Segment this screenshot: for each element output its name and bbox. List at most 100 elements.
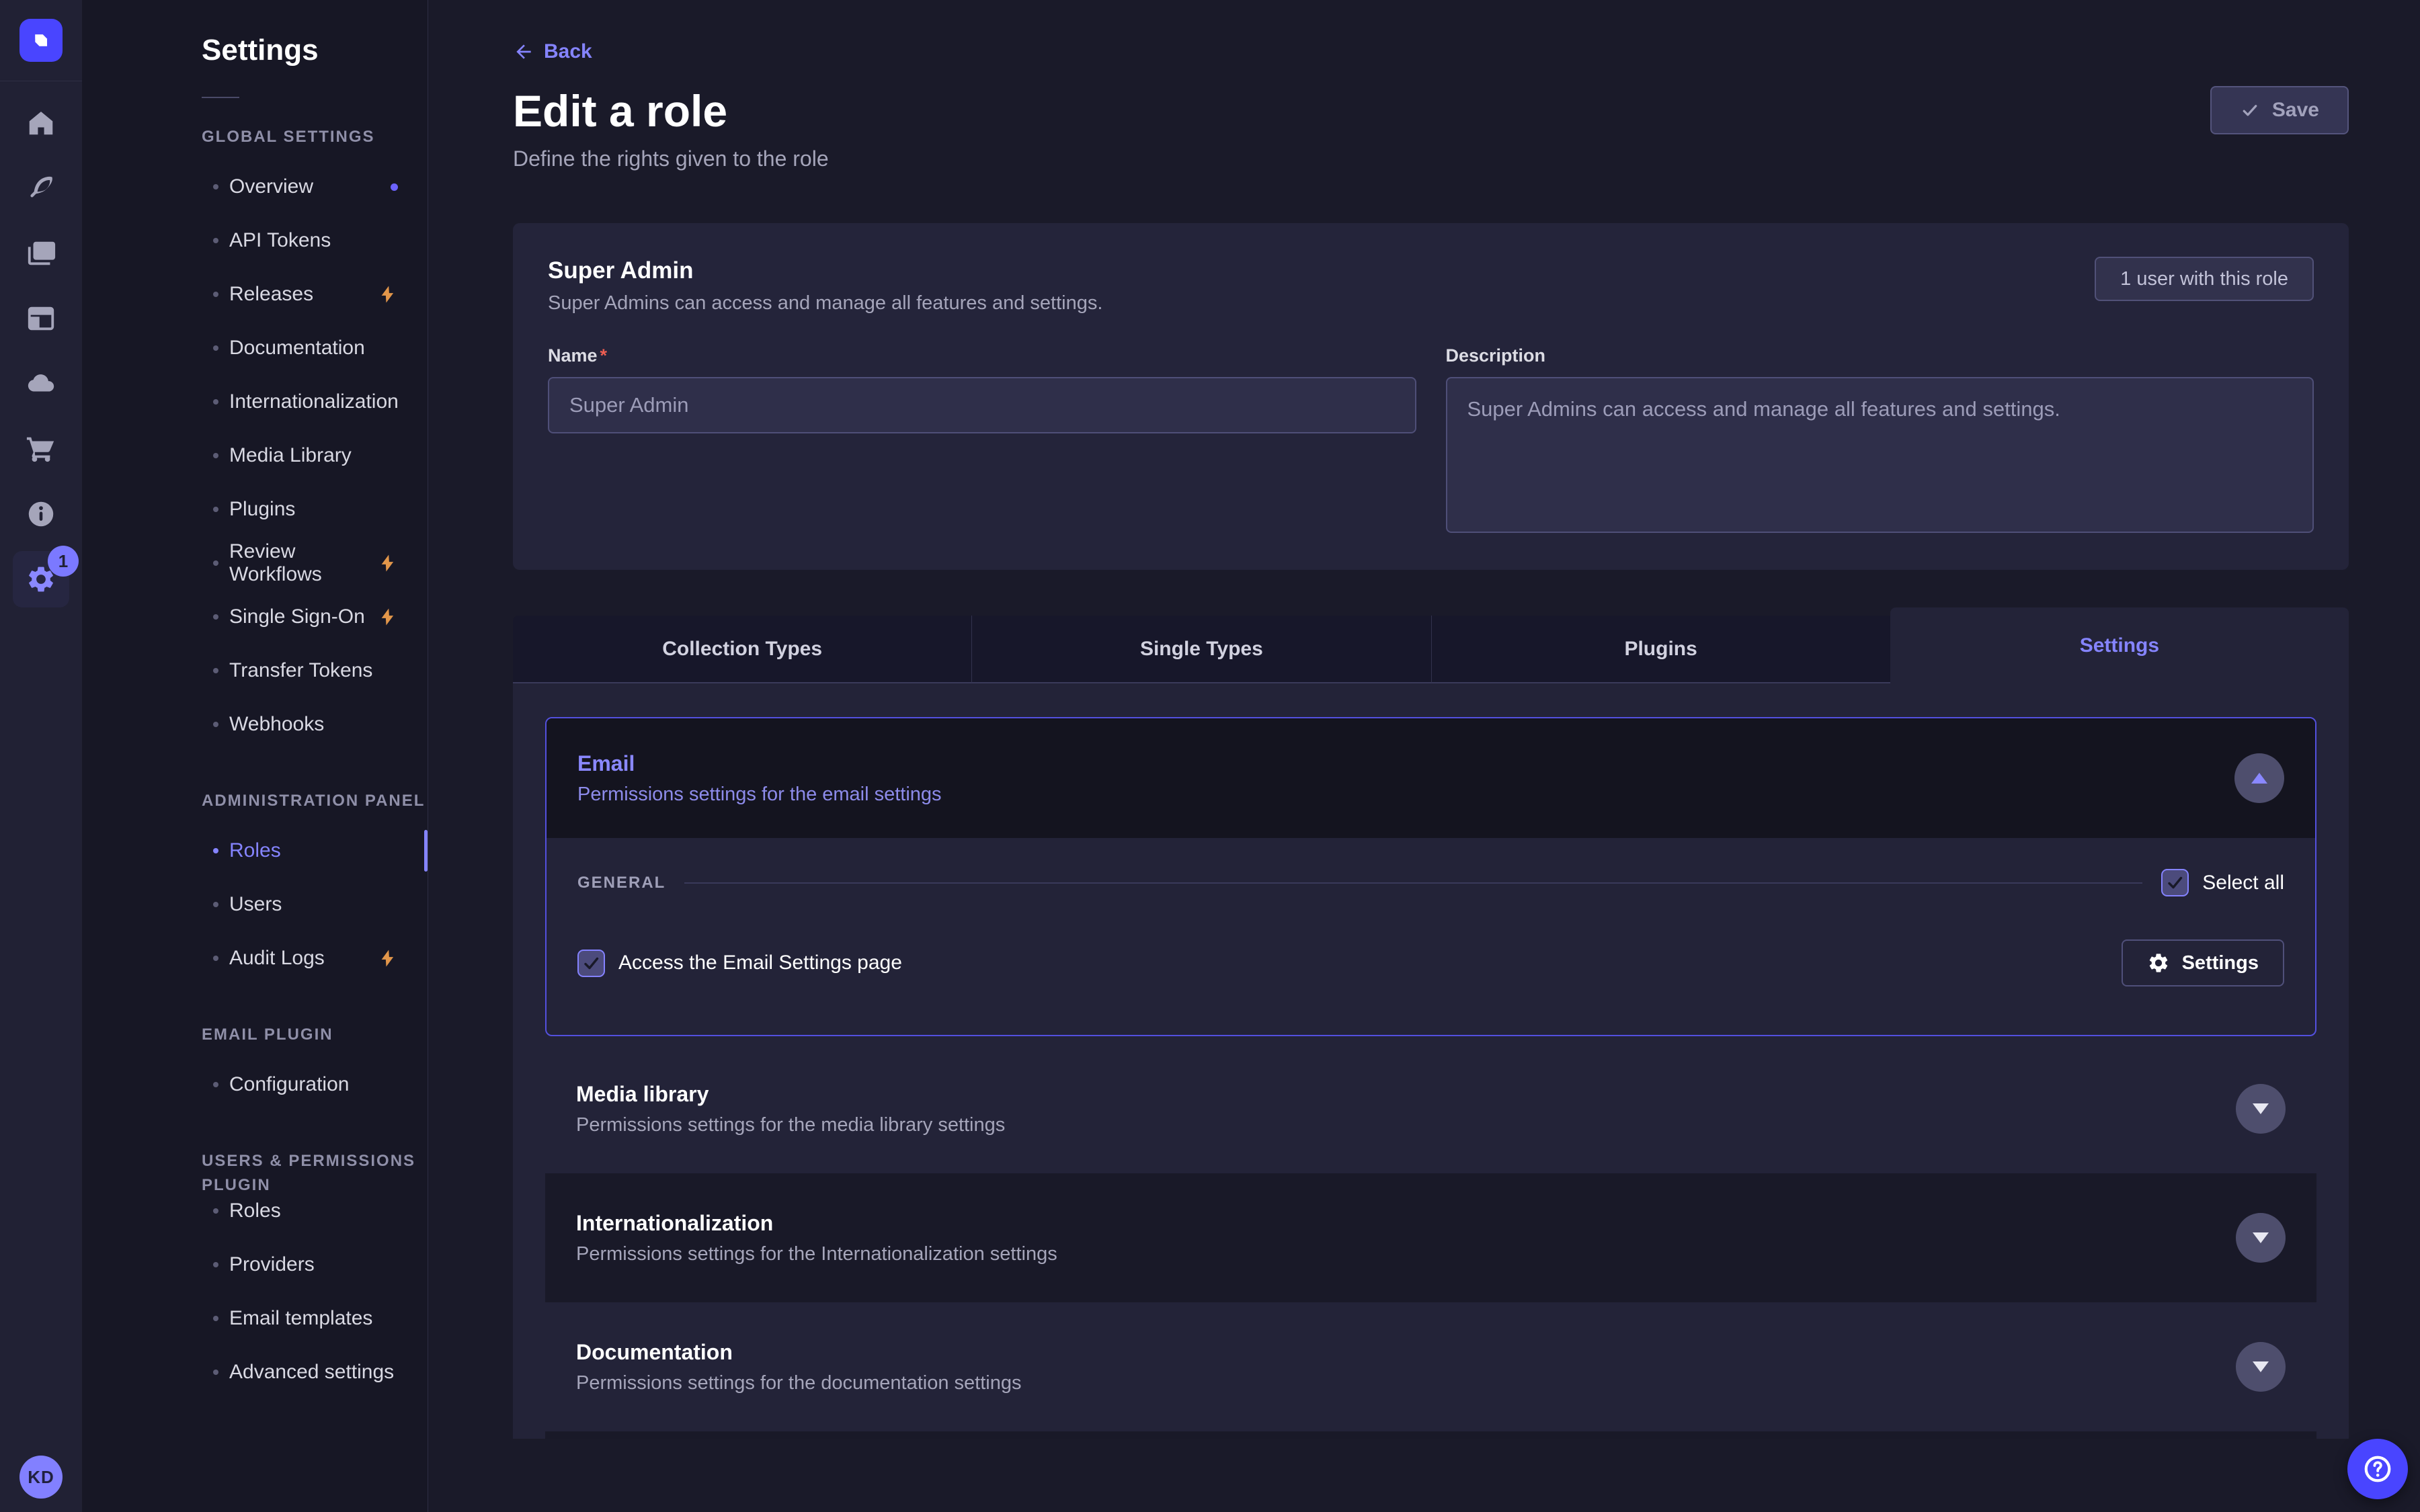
subnav-item-media-library[interactable]: Media Library xyxy=(82,429,428,482)
marketplace-cart-icon[interactable] xyxy=(25,433,57,465)
content-manager-feather-icon[interactable] xyxy=(25,172,57,204)
section-divider xyxy=(684,882,2142,884)
name-field-group: Name* xyxy=(548,345,1416,536)
subnav-item-plugins[interactable]: Plugins xyxy=(82,482,428,536)
bullet-icon xyxy=(213,507,218,512)
bullet-icon xyxy=(213,722,218,727)
subnav-rule xyxy=(202,97,239,98)
subnav-item-users[interactable]: Users xyxy=(82,878,428,931)
description-textarea[interactable]: Super Admins can access and manage all f… xyxy=(1446,377,2314,533)
page-title: Edit a role xyxy=(513,86,829,136)
subnav-item-configuration[interactable]: Configuration xyxy=(82,1058,428,1111)
subnav-item-releases[interactable]: Releases xyxy=(82,267,428,321)
subnav-item-transfer-tokens[interactable]: Transfer Tokens xyxy=(82,644,428,698)
collapse-button[interactable] xyxy=(2234,753,2284,803)
media-library-icon[interactable] xyxy=(25,237,57,269)
accordion-subtitle: Permissions settings for the documentati… xyxy=(576,1372,1022,1394)
accordion-subtitle: Permissions settings for the Internation… xyxy=(576,1243,1057,1265)
subnav-item-internationalization[interactable]: Internationalization xyxy=(82,375,428,429)
email-settings-button[interactable]: Settings xyxy=(2122,939,2284,986)
chevron-down-icon xyxy=(2253,1103,2269,1114)
expand-button[interactable] xyxy=(2236,1084,2286,1134)
subnav-item-audit-logs[interactable]: Audit Logs xyxy=(82,931,428,985)
save-button[interactable]: Save xyxy=(2210,86,2349,134)
bullet-icon xyxy=(213,345,218,351)
lightning-bolt-icon xyxy=(378,284,398,304)
chevron-down-icon xyxy=(2253,1232,2269,1243)
user-avatar[interactable]: KD xyxy=(19,1456,63,1499)
back-link[interactable]: Back xyxy=(513,40,592,63)
check-icon xyxy=(2240,100,2260,120)
settings-permissions-panel: Email Permissions settings for the email… xyxy=(513,683,2349,1439)
section-users-permissions-plugin: USERS & PERMISSIONS PLUGIN xyxy=(202,1149,428,1173)
bullet-icon xyxy=(213,1316,218,1321)
role-name-heading: Super Admin xyxy=(548,257,1102,285)
name-input[interactable] xyxy=(548,377,1416,433)
accordion-documentation[interactable]: Documentation Permissions settings for t… xyxy=(545,1302,2316,1431)
tab-plugins[interactable]: Plugins xyxy=(1432,616,1890,683)
subnav-item-webhooks[interactable]: Webhooks xyxy=(82,698,428,751)
name-label: Name* xyxy=(548,345,1416,366)
subnav-item-documentation[interactable]: Documentation xyxy=(82,321,428,375)
general-section-label: GENERAL xyxy=(577,874,666,892)
accordion-email-header[interactable]: Email Permissions settings for the email… xyxy=(547,718,2315,838)
rail-icon-list: 1 xyxy=(25,107,57,595)
subnav-item-single-sign-on[interactable]: Single Sign-On xyxy=(82,590,428,644)
subnav-title: Settings xyxy=(202,34,428,67)
expand-button[interactable] xyxy=(2236,1342,2286,1392)
accordion-title: Media library xyxy=(576,1081,1005,1107)
tab-single-types[interactable]: Single Types xyxy=(972,616,1431,683)
subnav-item-advanced-settings[interactable]: Advanced settings xyxy=(82,1345,428,1399)
main-content: Back Edit a role Define the rights given… xyxy=(428,0,2420,1512)
arrow-left-icon xyxy=(513,41,534,62)
accordion-internationalization[interactable]: Internationalization Permissions setting… xyxy=(545,1173,2316,1302)
help-button[interactable] xyxy=(2347,1439,2408,1499)
subnav-item-overview[interactable]: Overview xyxy=(82,160,428,214)
bullet-icon xyxy=(213,560,218,566)
tab-collection-types[interactable]: Collection Types xyxy=(513,616,972,683)
lightning-bolt-icon xyxy=(378,553,398,573)
bullet-icon xyxy=(213,1082,218,1087)
gear-icon xyxy=(2147,952,2170,974)
bullet-icon xyxy=(213,614,218,620)
subnav-item-review-workflows[interactable]: Review Workflows xyxy=(82,536,428,590)
bullet-icon xyxy=(213,1208,218,1214)
strapi-logo[interactable] xyxy=(19,19,63,62)
description-field-group: Description Super Admins can access and … xyxy=(1446,345,2314,536)
users-with-role-button[interactable]: 1 user with this role xyxy=(2095,257,2314,301)
accordion-email: Email Permissions settings for the email… xyxy=(545,717,2316,1036)
select-all-checkbox[interactable] xyxy=(2161,869,2189,896)
subnav-item-api-tokens[interactable]: API Tokens xyxy=(82,214,428,267)
section-global-settings: GLOBAL SETTINGS xyxy=(202,125,428,149)
select-all-label: Select all xyxy=(2202,872,2284,894)
home-icon[interactable] xyxy=(25,107,57,139)
accordion-subtitle: Permissions settings for the media libra… xyxy=(576,1114,1005,1136)
bullet-icon xyxy=(213,292,218,297)
accordion-email-body: GENERAL Select all Access the Email Se xyxy=(547,838,2315,1035)
strapi-logo-glyph xyxy=(28,28,54,53)
tab-settings[interactable]: Settings xyxy=(1890,607,2349,683)
accordion-plugins-marketplace[interactable]: Plugins and marketplace xyxy=(545,1431,2316,1439)
bullet-icon xyxy=(213,399,218,405)
bullet-icon xyxy=(213,1262,218,1267)
notification-badge: 1 xyxy=(48,546,79,577)
bullet-icon xyxy=(213,238,218,243)
content-type-builder-icon[interactable] xyxy=(25,302,57,335)
lightning-bolt-icon xyxy=(378,948,398,968)
settings-gear-icon[interactable]: 1 xyxy=(25,563,57,595)
subnav-item-providers[interactable]: Providers xyxy=(82,1238,428,1292)
expand-button[interactable] xyxy=(2236,1213,2286,1263)
question-mark-icon xyxy=(2362,1454,2393,1484)
cloud-icon[interactable] xyxy=(25,368,57,400)
lightning-bolt-icon xyxy=(378,607,398,627)
page-header: Edit a role Define the rights given to t… xyxy=(513,86,2349,171)
accordion-title: Documentation xyxy=(576,1339,1022,1365)
subnav-item-email-templates[interactable]: Email templates xyxy=(82,1292,428,1345)
accordion-media-library[interactable]: Media library Permissions settings for t… xyxy=(545,1044,2316,1173)
info-icon[interactable] xyxy=(25,498,57,530)
subnav-item-roles-admin[interactable]: Roles xyxy=(82,824,428,878)
description-label: Description xyxy=(1446,345,2314,366)
access-email-settings-checkbox[interactable] xyxy=(577,950,605,977)
checkmark-icon xyxy=(2166,874,2184,892)
bullet-icon xyxy=(213,184,218,190)
